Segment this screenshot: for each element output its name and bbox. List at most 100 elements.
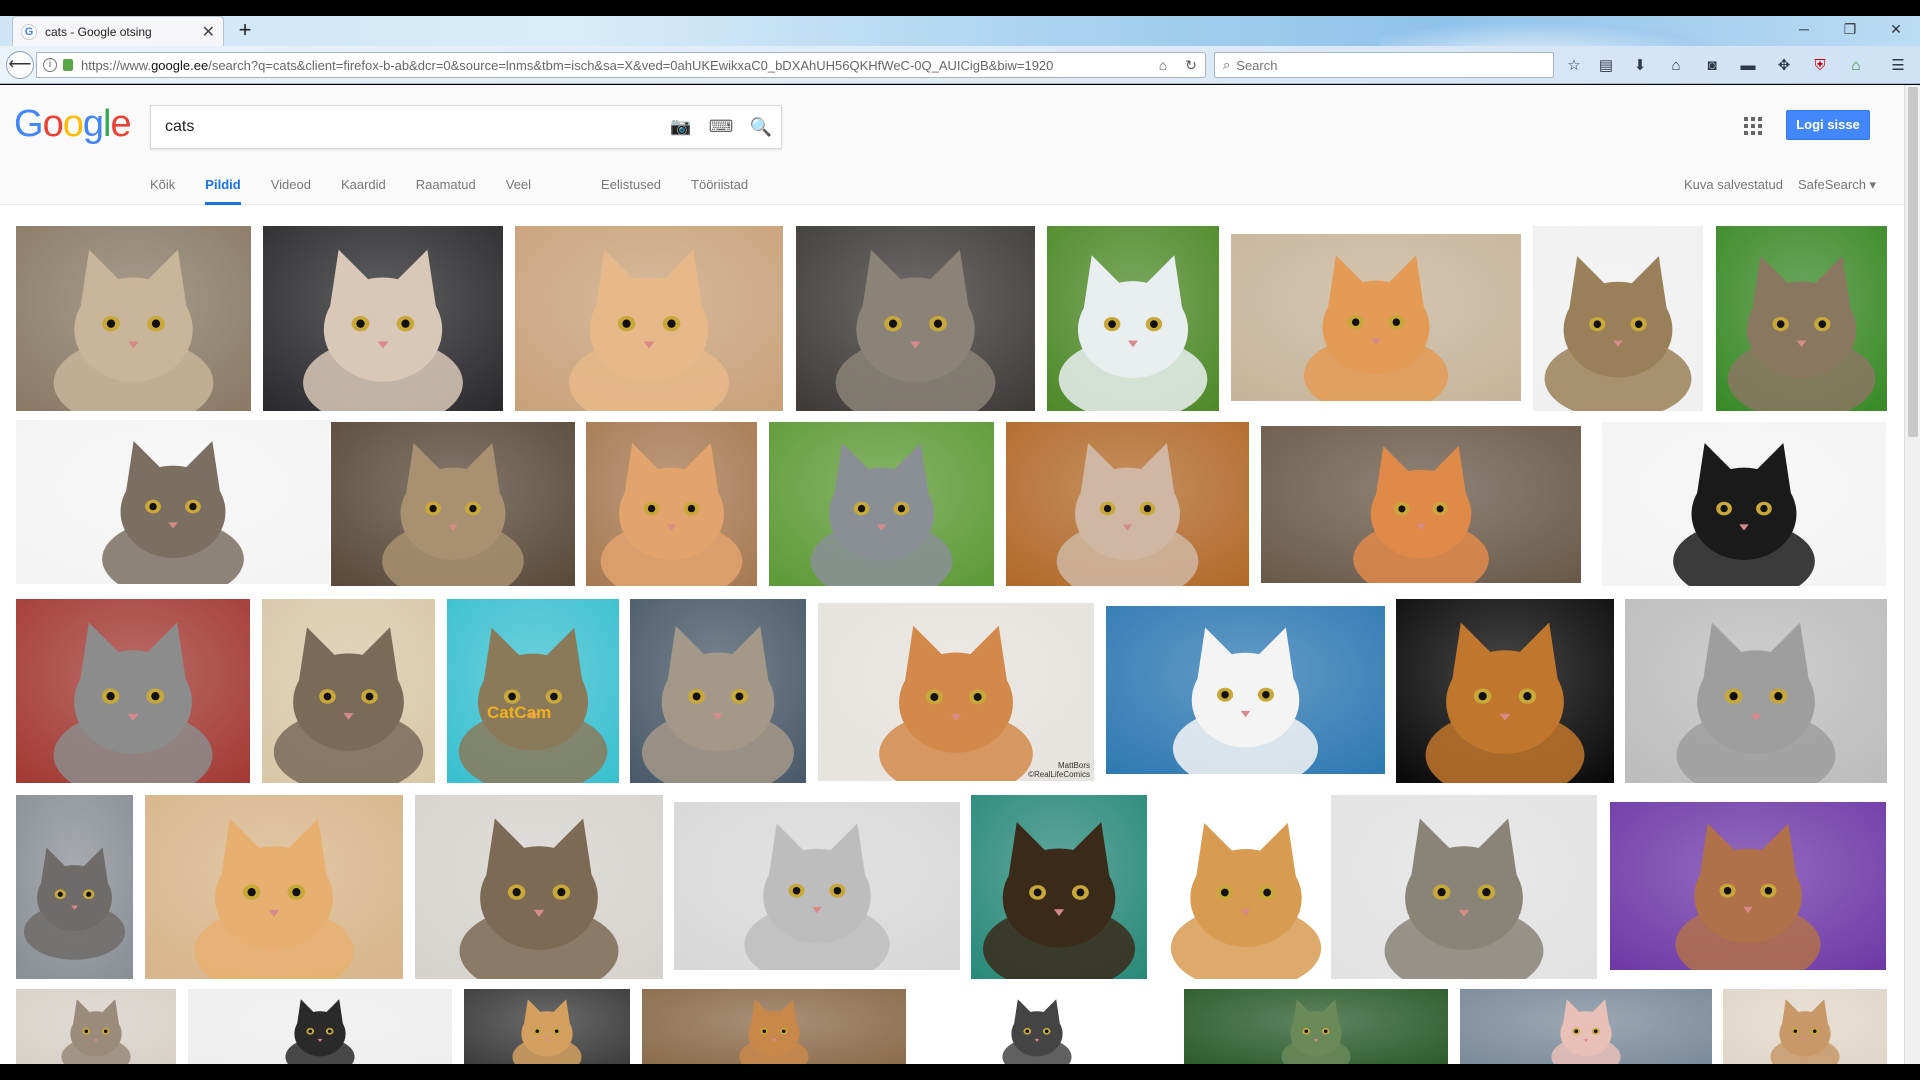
- image-result-thumbnail[interactable]: [1159, 795, 1333, 979]
- image-results-grid: CatCam MattBors ©RealLifeComics: [0, 85, 1904, 1064]
- image-result-thumbnail[interactable]: [918, 989, 1156, 1064]
- ublock-icon[interactable]: ⛨: [1806, 54, 1834, 78]
- image-result-thumbnail[interactable]: [515, 226, 783, 411]
- lock-icon: [63, 59, 73, 71]
- image-result-thumbnail[interactable]: [263, 226, 503, 411]
- image-result-thumbnail[interactable]: [630, 599, 806, 783]
- cat-photo: [1331, 795, 1597, 979]
- bottom-black-bar: [0, 1064, 1920, 1080]
- cat-photo: [674, 802, 960, 970]
- image-result-thumbnail[interactable]: [1602, 422, 1886, 586]
- image-result-thumbnail[interactable]: [1261, 426, 1581, 583]
- cat-photo: [971, 795, 1147, 979]
- image-result-thumbnail[interactable]: [586, 422, 757, 586]
- image-result-thumbnail[interactable]: [769, 422, 994, 586]
- close-window-button[interactable]: ✕: [1882, 18, 1910, 40]
- cat-photo: [796, 226, 1035, 411]
- image-result-thumbnail[interactable]: [188, 989, 452, 1064]
- cat-photo: [447, 599, 619, 783]
- image-result-thumbnail[interactable]: [16, 226, 251, 411]
- image-result-thumbnail[interactable]: [674, 802, 960, 970]
- browser-tab[interactable]: G cats - Google otsing ✕: [12, 16, 224, 46]
- bookmark-star-icon[interactable]: ☆: [1560, 54, 1588, 78]
- image-result-thumbnail[interactable]: [1231, 234, 1521, 401]
- image-overlay-caption: CatCam: [487, 703, 552, 722]
- close-tab-icon[interactable]: ✕: [202, 22, 215, 42]
- image-result-thumbnail[interactable]: [1006, 422, 1249, 586]
- cat-photo: [145, 795, 403, 979]
- info-icon[interactable]: i: [43, 58, 57, 72]
- extension-icon[interactable]: ✥: [1770, 54, 1798, 78]
- cat-photo: [642, 989, 906, 1064]
- minimize-button[interactable]: ─: [1790, 18, 1818, 40]
- cat-photo: [1723, 989, 1887, 1064]
- image-watermark: MattBors ©RealLifeComics: [1028, 761, 1090, 779]
- cat-photo: [630, 599, 806, 783]
- back-button[interactable]: ⟵: [6, 51, 34, 79]
- cat-photo: [515, 226, 783, 411]
- tab-title: cats - Google otsing: [45, 24, 152, 39]
- cat-photo: [16, 599, 250, 783]
- cat-photo: [415, 795, 663, 979]
- screenshot-icon[interactable]: ▬: [1734, 54, 1762, 78]
- reload-icon[interactable]: ↻: [1177, 57, 1205, 74]
- cat-photo: [262, 599, 435, 783]
- image-result-thumbnail[interactable]: [796, 226, 1035, 411]
- image-result-thumbnail[interactable]: [1396, 599, 1614, 783]
- image-result-thumbnail[interactable]: [1716, 226, 1887, 411]
- image-result-thumbnail[interactable]: CatCam: [447, 599, 619, 783]
- cat-photo: [464, 989, 630, 1064]
- browser-search-input[interactable]: [1236, 57, 1553, 73]
- image-result-thumbnail[interactable]: [464, 989, 630, 1064]
- cat-photo: [769, 422, 994, 586]
- cat-photo: [16, 795, 133, 979]
- image-result-thumbnail[interactable]: MattBors ©RealLifeComics: [818, 603, 1094, 781]
- image-result-thumbnail[interactable]: [16, 599, 250, 783]
- new-tab-button[interactable]: +: [232, 17, 258, 43]
- extension-home-icon[interactable]: ⌂: [1842, 54, 1870, 78]
- browser-search-bar[interactable]: ⌕: [1214, 52, 1554, 78]
- home-button-icon[interactable]: ⌂: [1662, 54, 1690, 78]
- image-result-thumbnail[interactable]: [1610, 802, 1886, 970]
- image-result-thumbnail[interactable]: [1047, 226, 1219, 411]
- cat-photo: [1261, 426, 1581, 583]
- url-host: google.ee: [151, 57, 209, 73]
- address-bar[interactable]: i https://www.google.ee/search?q=cats&cl…: [36, 52, 1206, 78]
- home-icon[interactable]: ⌂: [1149, 57, 1177, 73]
- image-result-thumbnail[interactable]: [16, 795, 133, 979]
- reading-list-icon[interactable]: ▤: [1592, 54, 1620, 78]
- downloads-icon[interactable]: ⬇: [1626, 54, 1654, 78]
- cat-photo: [1533, 226, 1703, 411]
- image-result-thumbnail[interactable]: [331, 422, 575, 586]
- pocket-icon[interactable]: ◙: [1698, 54, 1726, 78]
- cat-photo: [1106, 606, 1385, 774]
- cat-photo: [1006, 422, 1249, 586]
- image-result-thumbnail[interactable]: [1331, 795, 1597, 979]
- image-result-thumbnail[interactable]: [16, 989, 176, 1064]
- image-result-thumbnail[interactable]: [1625, 599, 1887, 783]
- image-result-thumbnail[interactable]: [642, 989, 906, 1064]
- image-result-thumbnail[interactable]: [262, 599, 435, 783]
- url-path: /search?q=cats&client=firefox-b-ab&dcr=0…: [208, 57, 1054, 73]
- restore-button[interactable]: ❐: [1836, 18, 1864, 40]
- cat-photo: [1047, 226, 1219, 411]
- image-result-thumbnail[interactable]: [971, 795, 1147, 979]
- image-result-thumbnail[interactable]: [1460, 989, 1712, 1064]
- image-result-thumbnail[interactable]: [1184, 989, 1448, 1064]
- image-result-thumbnail[interactable]: [1106, 606, 1385, 774]
- scrollbar-thumb[interactable]: [1908, 87, 1918, 437]
- cat-photo: [586, 422, 757, 586]
- page-scrollbar[interactable]: [1904, 85, 1920, 1064]
- menu-hamburger-icon[interactable]: ☰: [1884, 54, 1912, 78]
- cat-photo: [16, 989, 176, 1064]
- cat-photo: [1610, 802, 1886, 970]
- cat-photo: [1602, 422, 1886, 586]
- image-result-thumbnail[interactable]: [145, 795, 403, 979]
- cat-photo: [1231, 234, 1521, 401]
- image-result-thumbnail[interactable]: [1723, 989, 1887, 1064]
- image-result-thumbnail[interactable]: [1533, 226, 1703, 411]
- cat-photo: [1184, 989, 1448, 1064]
- url-text[interactable]: https://www.google.ee/search?q=cats&clie…: [81, 58, 1149, 73]
- image-result-thumbnail[interactable]: [16, 420, 330, 584]
- image-result-thumbnail[interactable]: [415, 795, 663, 979]
